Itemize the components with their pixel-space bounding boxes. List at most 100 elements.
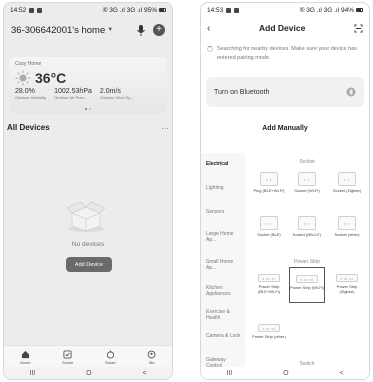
me-icon [147,350,156,359]
devices-header: All Devices ... [4,121,172,133]
device-label: Socket (Zigbee) [332,188,362,193]
device-label: Socket (Wi-Fi) [294,188,320,193]
weather-stat: 1002.53hPa Outdoor Air Pres... [54,88,92,100]
stat-value: 1002.53hPa [54,88,92,95]
tab-scene[interactable]: Scene [62,350,73,365]
device-socket-zigbee[interactable]: • • Socket (Zigbee) [329,169,365,193]
stat-label: Outdoor Air Pres... [54,95,88,100]
section-socket: Socket [299,159,315,165]
device-label: Socket (other) [334,232,360,237]
smart-icon [106,350,114,359]
bluetooth-card[interactable]: Turn on Bluetooth [206,77,364,107]
power-strip-icon: • •• •• [336,274,358,282]
device-plug-ble-wifi[interactable]: • • Plug (BLE+Wi-Fi) [251,169,287,193]
page-title: Add Device [259,23,306,33]
weather-location: Cozy Home [15,61,42,67]
category-exercise-health[interactable]: Exercise & Health [206,309,242,321]
battery-icon [356,8,363,12]
socket-icon: • • [338,216,356,230]
section-power-strip: Power Strip [294,259,320,265]
recent-apps-button[interactable]: III [226,370,232,377]
device-socket-nb-iot[interactable]: • • Socket (NB-IoT) [289,213,325,237]
device-label: Power Strip (BLE+Wi-Fi) [258,284,280,294]
category-small-home-appliances[interactable]: Small Home Ap... [206,259,242,271]
home-title: 36-306642001's home [11,24,106,36]
tab-home[interactable]: Home [19,350,31,365]
scan-icon[interactable] [354,23,363,33]
home-screen: 14:52 ® 3G .ıl 3G .ıl 95% 36-306642001's… [3,2,173,380]
notification-icon [234,7,240,13]
notification-icon [226,7,232,13]
tab-me[interactable]: Me [147,350,156,365]
device-power-strip-zigbee[interactable]: • •• •• Power Strip (Zigbee) [329,271,365,294]
notification-icon [37,7,43,13]
sun-icon [15,70,31,86]
add-device-header: ‹ Add Device [201,19,369,37]
status-signal: ® 3G .ıl 3G .ıl 95% [102,6,157,14]
device-power-strip-other[interactable]: • •• •• Power Strip (other) [251,321,287,339]
socket-icon: • • [338,172,356,186]
home-button[interactable]: O [86,370,91,377]
power-strip-icon: • •• •• [258,274,280,282]
search-status-text: Searching for nearby devices. Make sure … [217,46,358,61]
device-label: Power Strip (other) [252,334,286,339]
temperature: 36°C [35,70,67,86]
home-icon [21,350,29,359]
power-strip-icon: • •• •• [296,275,318,283]
device-socket-ble[interactable]: • • Socket (BLE) [251,213,287,237]
tab-smart[interactable]: Smart [105,350,116,365]
tab-label: Smart [104,360,116,365]
search-status: Searching for nearby devices. Make sure … [207,45,363,63]
stat-value: 28.0% [15,88,35,95]
weather-stat: 2.0m/s Outdoor Wind Sp... [100,88,134,100]
device-power-strip-wifi[interactable]: • •• •• Power Strip (Wi-Fi) [289,267,325,303]
home-header: 36-306642001's home ▼ + [4,19,172,41]
add-icon[interactable]: + [153,24,165,36]
power-strip-icon: • •• •• [258,324,280,332]
category-camera-lock[interactable]: Camera & Lock [206,333,242,339]
empty-box-icon [66,201,106,232]
socket-icon: • • [298,172,316,186]
device-label: Plug (BLE+Wi-Fi) [253,188,285,193]
back-button[interactable]: < [339,370,343,377]
status-time: 14:53 [207,6,224,14]
back-button[interactable]: < [142,370,146,377]
weather-stat: 28.0% Outdoor Humidity [15,88,46,100]
add-manually-title: Add Manually [262,125,308,132]
bluetooth-icon [346,87,356,97]
device-grid: Socket • • Plug (BLE+Wi-Fi) • • Socket (… [245,153,369,367]
category-electrical[interactable]: Electrical [206,161,242,167]
socket-icon: • • [260,172,278,186]
back-arrow-icon[interactable]: ‹ [207,23,210,34]
status-signal: ® 3G .ıl 3G .ıl 94% [299,6,354,14]
weather-card[interactable]: Cozy Home 36°C 28.0% Outdoor Humidity 10… [9,57,167,113]
device-socket-wifi[interactable]: • • Socket (Wi-Fi) [289,169,325,193]
system-nav-bar: III O < [4,367,172,379]
category-list: Electrical Lighting Sensors Large Home A… [201,153,245,369]
category-sensors[interactable]: Sensors [206,209,242,215]
stat-label: Outdoor Humidity [15,95,47,100]
system-nav-bar: III O < [201,367,369,379]
bluetooth-label: Turn on Bluetooth [214,88,270,96]
device-power-strip-ble-wifi[interactable]: • •• •• Power Strip (BLE+Wi-Fi) [251,271,287,294]
stat-label: Outdoor Wind Sp... [99,95,134,100]
empty-state-text: No devices [71,241,105,248]
category-kitchen-appliances[interactable]: Kitchen Appliances [206,285,242,297]
home-selector[interactable]: 36-306642001's home ▼ [11,25,113,36]
category-large-home-appliances[interactable]: Large Home Ap... [206,231,242,243]
chevron-down-icon: ▼ [107,27,114,33]
recent-apps-button[interactable]: III [29,370,35,377]
device-label: Socket (NB-IoT) [292,232,322,237]
category-lighting[interactable]: Lighting [206,185,242,191]
add-device-button[interactable]: Add Device [66,257,112,272]
device-label: Socket (BLE) [257,232,281,237]
status-time: 14:52 [10,6,27,14]
add-device-screen: 14:53 ® 3G .ıl 3G .ıl 94% ‹ Add Device S… [200,2,370,380]
tab-label: Me [148,360,155,365]
home-button[interactable]: O [283,370,288,377]
microphone-icon[interactable] [135,24,147,36]
tab-label: Home [19,360,31,365]
device-socket-other[interactable]: • • Socket (other) [329,213,365,237]
more-icon[interactable]: ... [162,124,169,131]
loading-spinner-icon [207,46,213,52]
